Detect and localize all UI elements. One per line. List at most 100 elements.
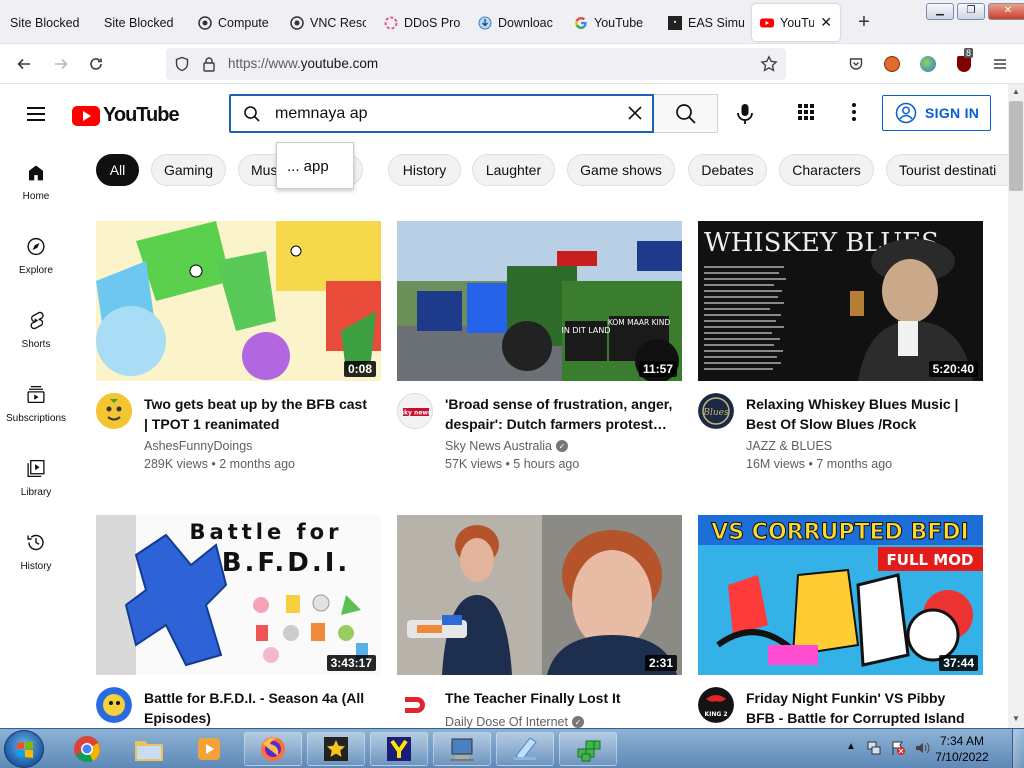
show-hidden-icons-icon[interactable]: ▲	[846, 741, 856, 752]
taskbar-chrome[interactable]	[58, 732, 116, 766]
channel-name[interactable]: Sky News Australia ✓	[445, 439, 568, 453]
search-suggestion-dropdown[interactable]: ... app	[276, 142, 354, 189]
sidebar-item-home[interactable]: Home	[0, 142, 72, 202]
address-bar[interactable]: https://www.youtube.com	[166, 48, 786, 80]
chip-laughter[interactable]: Laughter	[472, 154, 555, 186]
search-input[interactable]	[275, 104, 615, 124]
extension-button-1[interactable]	[880, 52, 904, 76]
scroll-down-arrow-icon[interactable]: ▼	[1008, 711, 1024, 727]
tab-ddos[interactable]: DDoS Pro	[376, 4, 468, 41]
action-center-flag-icon[interactable]	[890, 740, 906, 761]
taskbar-green-app[interactable]	[559, 732, 617, 766]
channel-name-text[interactable]: Sky News Australia	[445, 439, 552, 453]
video-card[interactable]: WHISKEY BLUES 5:20:40 Blues Relaxing Whi…	[698, 221, 983, 481]
video-title[interactable]: Two gets beat up by the BFB cast | TPOT …	[144, 394, 374, 434]
scroll-up-arrow-icon[interactable]: ▲	[1008, 84, 1024, 100]
chip-characters[interactable]: Characters	[779, 154, 874, 186]
sidebar-item-library[interactable]: Library	[0, 438, 72, 498]
video-thumbnail[interactable]: 2:31	[397, 515, 682, 675]
volume-icon[interactable]	[914, 740, 930, 761]
video-thumbnail[interactable]: VS CORRUPTED BFDI FULL MOD 37:44	[698, 515, 983, 675]
video-thumbnail[interactable]: IN DIT LAND KOM MAAR KIND 11:57	[397, 221, 682, 381]
tab-eas-simulator[interactable]: ▪ EAS Simu	[660, 4, 752, 41]
sidebar-item-history[interactable]: History	[0, 512, 72, 572]
tab-youtube-google[interactable]: YouTube	[566, 4, 658, 41]
video-title[interactable]: 'Broad sense of frustration, anger, desp…	[445, 394, 675, 434]
chip-tourist-destinations[interactable]: Tourist destinati	[886, 154, 1008, 186]
show-desktop-button[interactable]	[1012, 729, 1024, 768]
taskbar-notepad[interactable]	[496, 732, 554, 766]
taskbar-computer[interactable]	[433, 732, 491, 766]
taskbar-explorer[interactable]	[120, 732, 178, 766]
video-title[interactable]: Friday Night Funkin' VS Pibby BFB - Batt…	[746, 688, 976, 728]
video-card[interactable]: Battle for B.F.D.I. 3:43:17 Battle for B…	[96, 515, 381, 728]
search-button[interactable]	[654, 94, 718, 133]
chip-gaming[interactable]: Gaming	[151, 154, 226, 186]
guide-menu-button[interactable]	[24, 102, 48, 126]
taskbar-clock[interactable]: 7:34 AM 7/10/2022	[931, 733, 993, 765]
channel-name[interactable]: AshesFunnyDoings	[144, 439, 252, 453]
video-thumbnail[interactable]: WHISKEY BLUES 5:20:40	[698, 221, 983, 381]
clear-search-icon[interactable]	[627, 105, 643, 126]
settings-button[interactable]	[842, 100, 866, 124]
forward-button[interactable]	[49, 52, 73, 76]
taskbar-media-player[interactable]	[180, 732, 238, 766]
sidebar-item-shorts[interactable]: Shorts	[0, 290, 72, 350]
ublock-button[interactable]: 8	[952, 48, 976, 76]
channel-avatar[interactable]: Blues	[698, 393, 734, 429]
close-tab-icon[interactable]: ✕	[820, 14, 832, 31]
chip-debates[interactable]: Debates	[688, 154, 767, 186]
video-thumbnail[interactable]: Battle for B.F.D.I. 3:43:17	[96, 515, 381, 675]
chip-history[interactable]: History	[388, 154, 461, 186]
tab-site-blocked-1[interactable]: Site Blocked	[2, 4, 94, 41]
minimize-button[interactable]: ▁	[926, 3, 954, 20]
chip-all[interactable]: All	[96, 154, 139, 186]
channel-name-text[interactable]: AshesFunnyDoings	[144, 439, 252, 453]
channel-avatar[interactable]	[397, 687, 433, 723]
taskbar-movie-maker[interactable]	[307, 732, 365, 766]
scrollbar-thumb[interactable]	[1009, 101, 1023, 191]
video-title[interactable]: Relaxing Whiskey Blues Music | Best Of S…	[746, 394, 976, 434]
channel-name-text[interactable]: JAZZ & BLUES	[746, 439, 832, 453]
channel-avatar[interactable]: KING 2	[698, 687, 734, 723]
window-close-button[interactable]: ✕	[988, 3, 1024, 20]
channel-avatar[interactable]: sky news	[397, 393, 433, 429]
channel-avatar[interactable]	[96, 393, 132, 429]
voice-search-button[interactable]	[731, 100, 759, 128]
video-card[interactable]: IN DIT LAND KOM MAAR KIND 11:57 sky news…	[397, 221, 682, 481]
youtube-apps-button[interactable]	[794, 100, 818, 124]
tab-youtube-active[interactable]: YouTub ✕	[752, 4, 840, 41]
channel-avatar[interactable]	[96, 687, 132, 723]
tab-download[interactable]: Downloac	[470, 4, 562, 41]
extension-button-2[interactable]	[916, 52, 940, 76]
sidebar-item-explore[interactable]: Explore	[0, 216, 72, 276]
chip-game-shows[interactable]: Game shows	[567, 154, 675, 186]
channel-name-text[interactable]: Daily Dose Of Internet	[445, 715, 568, 729]
app-menu-button[interactable]	[988, 52, 1012, 76]
sidebar-item-subscriptions[interactable]: Subscriptions	[0, 364, 72, 424]
start-button[interactable]	[4, 730, 44, 768]
video-thumbnail[interactable]: 0:08	[96, 221, 381, 381]
network-icon[interactable]	[866, 740, 882, 761]
search-box[interactable]	[229, 94, 654, 133]
video-card[interactable]: 0:08 Two gets beat up by the BFB cast | …	[96, 221, 381, 481]
back-button[interactable]	[12, 52, 36, 76]
pocket-button[interactable]	[844, 52, 868, 76]
new-tab-button[interactable]: +	[852, 10, 876, 34]
taskbar-yandex[interactable]	[370, 732, 428, 766]
lock-icon[interactable]	[202, 56, 216, 77]
taskbar-firefox[interactable]	[244, 732, 302, 766]
sign-in-button[interactable]: SIGN IN	[882, 95, 991, 131]
tab-site-blocked-2[interactable]: Site Blocked	[96, 4, 188, 41]
shield-icon[interactable]	[174, 56, 190, 77]
video-title[interactable]: The Teacher Finally Lost It	[445, 688, 675, 708]
tab-vnc[interactable]: VNC Resc	[282, 4, 374, 41]
maximize-button[interactable]: ❐	[957, 3, 985, 20]
channel-name[interactable]: JAZZ & BLUES	[746, 439, 832, 453]
video-title[interactable]: Battle for B.F.D.I. - Season 4a (All Epi…	[144, 688, 374, 728]
bookmark-star-icon[interactable]	[760, 55, 778, 78]
video-card[interactable]: VS CORRUPTED BFDI FULL MOD 37:44 KING 2 …	[698, 515, 983, 728]
youtube-logo[interactable]: YouTube	[72, 104, 180, 127]
search-suggestion-item[interactable]: ... app	[287, 158, 329, 175]
tab-computer[interactable]: Compute	[190, 4, 280, 41]
